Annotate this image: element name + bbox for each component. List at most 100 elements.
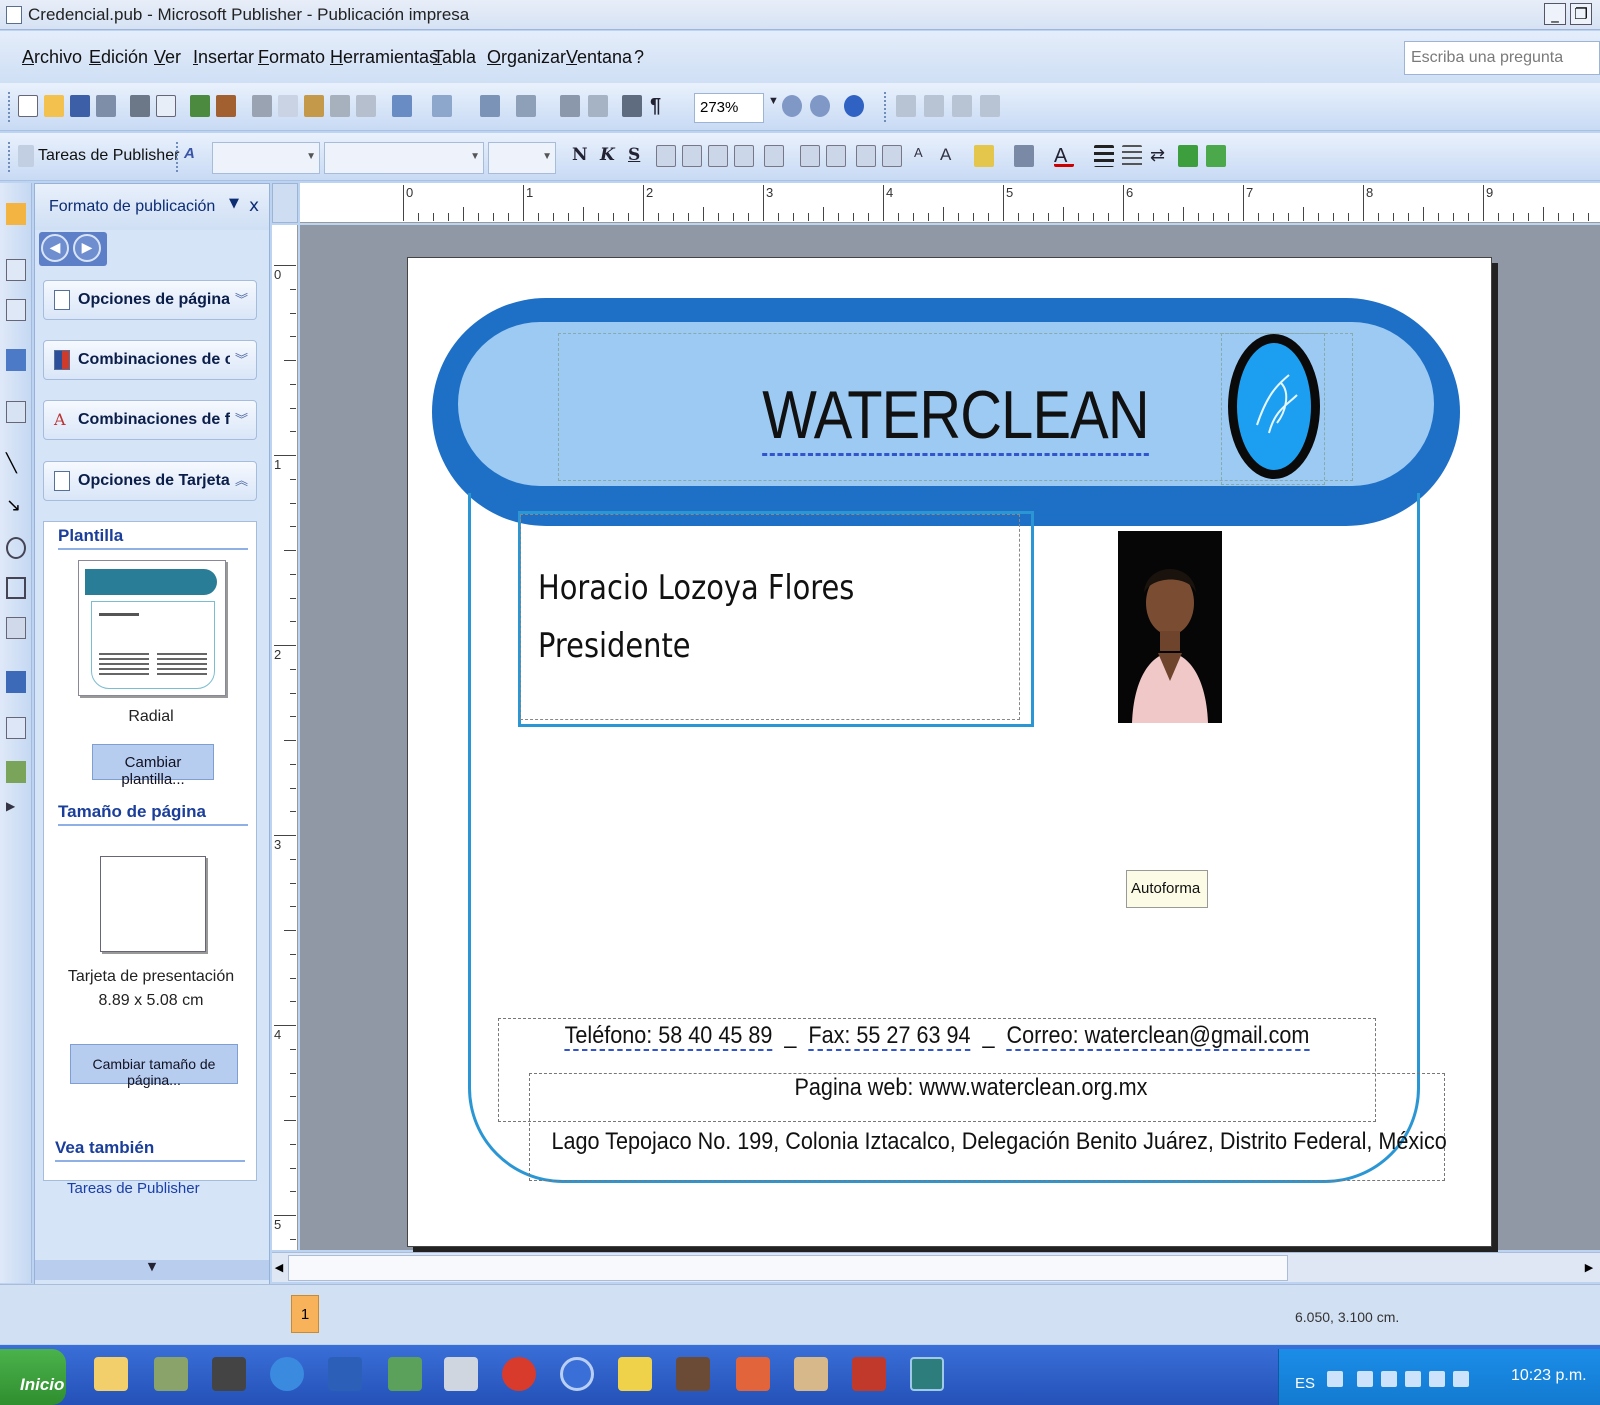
menu-ventana[interactable]: Ventana [566, 47, 632, 68]
menu-formato[interactable]: Formato [258, 47, 325, 68]
autoshapes-icon[interactable] [6, 617, 26, 639]
ask-question-input[interactable]: Escriba una pregunta [1404, 41, 1600, 75]
text-box-icon[interactable] [6, 259, 26, 281]
explorer-icon[interactable] [94, 1357, 128, 1391]
scroll-down-icon[interactable]: ▼ [35, 1260, 269, 1280]
section-font-schemes[interactable]: A Combinaciones de fu... ︾ [43, 400, 257, 440]
portrait-app-icon[interactable] [794, 1357, 828, 1391]
messenger-icon[interactable] [388, 1357, 422, 1391]
tray-icon[interactable] [1327, 1371, 1343, 1387]
name-text-frame[interactable] [520, 514, 1020, 720]
close-icon[interactable]: x [249, 196, 259, 216]
rectangle-tool-icon[interactable] [6, 577, 26, 599]
form-control-icon[interactable] [6, 761, 26, 783]
line-color-icon[interactable] [1014, 145, 1034, 167]
hotspot-icon[interactable] [6, 717, 26, 739]
forward-icon[interactable]: ▶ [73, 234, 101, 262]
wordart-icon[interactable] [6, 349, 26, 371]
scroll-right-icon[interactable]: ▶ [1582, 1255, 1596, 1281]
clock[interactable]: 10:23 p.m. [1511, 1367, 1587, 1385]
justify-icon[interactable] [734, 145, 754, 167]
line-spacing-icon[interactable] [764, 145, 784, 167]
section-card-options[interactable]: Opciones de Tarjeta ... ︽ [43, 461, 257, 501]
word-icon[interactable] [328, 1357, 362, 1391]
clear-icon[interactable] [356, 95, 376, 117]
ruler-corner[interactable] [272, 183, 298, 223]
oval-tool-icon[interactable] [6, 537, 26, 559]
media-player-icon[interactable] [502, 1357, 536, 1391]
undo-icon[interactable] [392, 95, 412, 117]
horizontal-ruler[interactable]: 0 1 2 3 4 5 6 7 8 9 [300, 183, 1600, 223]
numbering-icon[interactable] [800, 145, 820, 167]
language-indicator[interactable]: ES [1295, 1375, 1315, 1392]
redo-icon[interactable] [432, 95, 452, 117]
design-gallery-icon[interactable] [6, 671, 26, 693]
movie-maker-icon[interactable] [212, 1357, 246, 1391]
permission-icon[interactable] [96, 95, 116, 117]
company-name[interactable]: WATERCLEAN [618, 376, 1294, 456]
menu-ver[interactable]: Ver [154, 47, 181, 68]
toolbar-grip[interactable] [8, 142, 12, 172]
restore-button[interactable]: ❐ [1570, 3, 1592, 25]
spelling-icon[interactable] [190, 95, 210, 117]
format-painter-icon[interactable] [330, 95, 350, 117]
person-role[interactable]: Presidente [538, 626, 691, 666]
publisher-tasks-button[interactable]: Tareas de Publisher [38, 147, 179, 165]
zoom-in-icon[interactable] [810, 95, 830, 117]
picture-icon[interactable] [6, 401, 26, 423]
scroll-thumb[interactable] [288, 1255, 1288, 1281]
fill-color-icon[interactable] [974, 145, 994, 167]
zoom-out-icon[interactable] [782, 95, 802, 117]
horizontal-scrollbar[interactable]: ◀ ▶ [272, 1252, 1600, 1282]
menu-tabla[interactable]: Tabla [433, 47, 476, 68]
font-size-combo[interactable]: ▼ [488, 142, 556, 174]
arrow-style-icon[interactable]: ⇄ [1150, 145, 1170, 167]
toolbar-grip[interactable] [8, 92, 12, 122]
3d-icon[interactable] [1206, 145, 1226, 167]
user-icon[interactable] [444, 1357, 478, 1391]
rotate-icon[interactable] [516, 95, 536, 117]
person-name[interactable]: Horacio Lozoya Flores [538, 568, 854, 608]
page-size-thumbnail[interactable] [100, 856, 206, 952]
pilcrow-icon[interactable]: ¶ [650, 95, 670, 117]
help-icon[interactable] [844, 95, 864, 117]
browser-icon[interactable] [560, 1357, 594, 1391]
menu-herramientas[interactable]: Herramientas [330, 47, 438, 68]
copy-icon[interactable] [278, 95, 298, 117]
task-pane-menu-icon[interactable]: ▼ [229, 196, 239, 211]
shadow-icon[interactable] [1178, 145, 1198, 167]
change-template-button[interactable]: Cambiar plantilla... [92, 744, 214, 788]
columns-icon[interactable] [622, 95, 642, 117]
increase-indent-icon[interactable] [882, 145, 902, 167]
print-preview-icon[interactable] [156, 95, 176, 117]
bold-button[interactable]: N [572, 145, 588, 165]
menu-insertar[interactable]: Insertar [193, 47, 254, 68]
internet-explorer-icon[interactable] [270, 1357, 304, 1391]
insert-hyperlink-icon[interactable] [560, 95, 580, 117]
italic-button[interactable]: K [600, 145, 615, 165]
toolbar-grip[interactable] [884, 92, 888, 122]
save-icon[interactable] [70, 95, 90, 117]
minimize-button[interactable]: _ [1544, 3, 1566, 25]
line-tool-icon[interactable]: ╲ [6, 453, 26, 475]
menu-help[interactable]: ? [634, 47, 644, 68]
aim-icon[interactable] [618, 1357, 652, 1391]
menu-organizar[interactable]: Organizar [487, 47, 566, 68]
powerpoint-icon[interactable] [736, 1357, 770, 1391]
game-icon[interactable] [676, 1357, 710, 1391]
tray-icon[interactable] [1381, 1371, 1397, 1387]
bring-forward-icon[interactable] [480, 95, 500, 117]
tray-icon[interactable] [1357, 1371, 1373, 1387]
arrow-tool-icon[interactable]: ↘ [6, 495, 26, 517]
network-icon[interactable] [154, 1357, 188, 1391]
align-center-icon[interactable] [682, 145, 702, 167]
publisher-taskbar-icon[interactable] [910, 1357, 944, 1391]
vertical-ruler[interactable]: 0 1 2 3 4 5 [272, 225, 298, 1250]
select-pointer-icon[interactable] [6, 203, 26, 225]
tray-icon[interactable] [1429, 1371, 1445, 1387]
person-photo[interactable] [1118, 531, 1222, 723]
table-icon[interactable] [6, 299, 26, 321]
dash-style-icon[interactable] [1122, 145, 1142, 167]
open-icon[interactable] [44, 95, 64, 117]
cut-icon[interactable] [252, 95, 272, 117]
